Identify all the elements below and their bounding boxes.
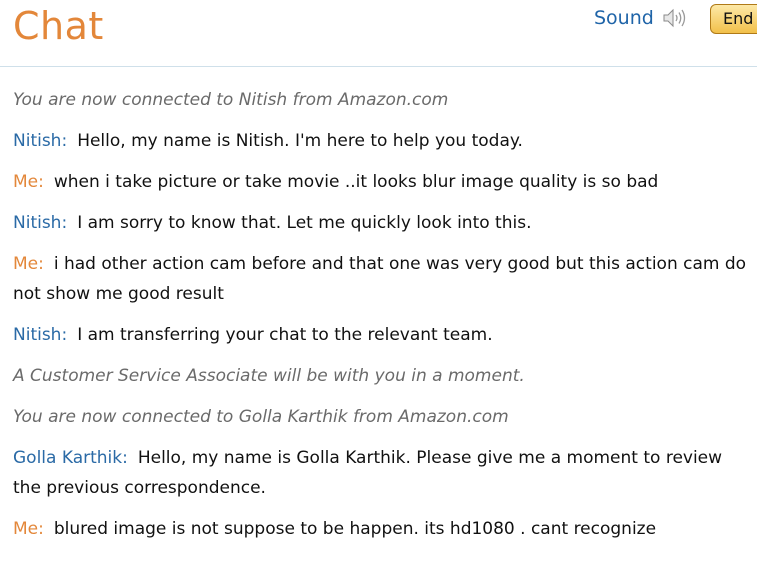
- message-text: blured image is not suppose to be happen…: [53, 519, 657, 539]
- message-text: You are now connected to Nitish from Ama…: [13, 90, 449, 110]
- chat-message: Me: i had other action cam before and tha…: [13, 249, 748, 309]
- speaker-name: Me:: [13, 254, 44, 274]
- message-text: Hello, my name is Nitish. I'm here to he…: [77, 131, 523, 151]
- system-message: You are now connected to Golla Karthik f…: [13, 402, 748, 432]
- chat-message: Nitish: Hello, my name is Nitish. I'm her…: [13, 126, 748, 156]
- speaker-name: Me:: [13, 519, 44, 539]
- speaker-name: Me:: [13, 172, 44, 192]
- message-text: You are now connected to Golla Karthik f…: [13, 407, 509, 427]
- message-text: A Customer Service Associate will be wit…: [13, 366, 525, 386]
- chat-header: Chat Sound End: [0, 0, 757, 67]
- system-message: A Customer Service Associate will be wit…: [13, 361, 748, 391]
- chat-message: Me: when i take picture or take movie ..i…: [13, 167, 748, 197]
- speaker-name: Nitish:: [13, 131, 68, 151]
- message-text: i had other action cam before and that o…: [13, 254, 747, 304]
- speaker-volume-icon[interactable]: [662, 7, 688, 29]
- message-text: I am sorry to know that. Let me quickly …: [77, 213, 532, 233]
- chat-message: Nitish: I am sorry to know that. Let me q…: [13, 208, 748, 238]
- sound-toggle[interactable]: Sound: [594, 7, 688, 29]
- message-text: when i take picture or take movie ..it l…: [53, 172, 659, 192]
- system-message: You are now connected to Nitish from Ama…: [13, 85, 748, 115]
- page-title: Chat: [13, 4, 104, 48]
- chat-message: Me: blured image is not suppose to be hap…: [13, 514, 748, 544]
- message-text: I am transferring your chat to the relev…: [77, 325, 493, 345]
- end-chat-button[interactable]: End: [710, 4, 757, 34]
- speaker-name: Golla Karthik:: [13, 448, 128, 468]
- speaker-name: Nitish:: [13, 213, 68, 233]
- chat-message: Nitish: I am transferring your chat to th…: [13, 320, 748, 350]
- speaker-name: Nitish:: [13, 325, 68, 345]
- sound-label[interactable]: Sound: [594, 7, 654, 29]
- chat-transcript: You are now connected to Nitish from Ama…: [13, 85, 748, 555]
- chat-message: Golla Karthik: Hello, my name is Golla Ka…: [13, 443, 748, 503]
